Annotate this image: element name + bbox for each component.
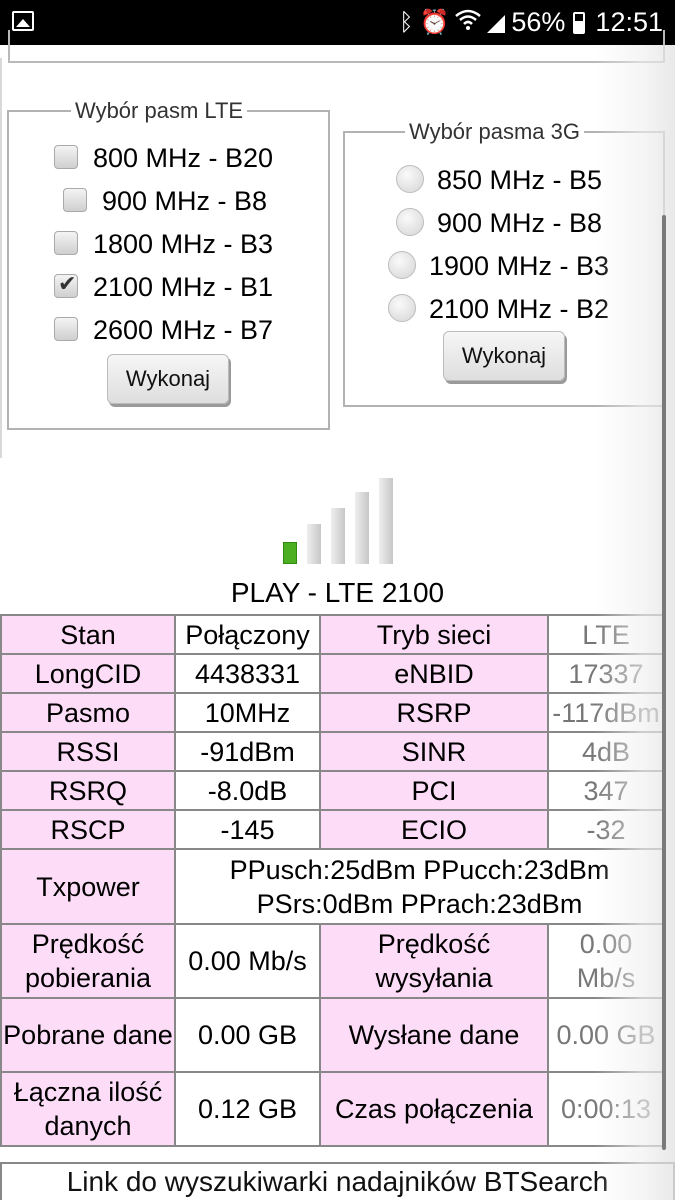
table-cell: 347 [547, 770, 665, 811]
table-cell: Pasmo [0, 692, 176, 733]
table-cell: Połączony [174, 614, 321, 655]
signal-bar-4 [355, 492, 369, 564]
table-cell: 17337 [547, 653, 665, 694]
total-data-value: 0.12 GB [174, 1071, 321, 1147]
upload-speed-label: Prędkość wysyłania [319, 923, 549, 999]
option-label-b3: 1800 MHz - B3 [93, 229, 274, 259]
checkbox-b7[interactable] [54, 317, 78, 341]
uploaded-value: 0.00 GB [547, 997, 665, 1073]
signal-bar-5 [379, 478, 393, 564]
checkbox-b1[interactable] [54, 271, 78, 298]
previous-section-box [8, 30, 665, 63]
table-cell: RSRP [319, 692, 549, 733]
option-label-3g-b3: 1900 MHz - B3 [429, 251, 610, 281]
txpower-line2: PSrs:0dBm PPrach:23dBm [256, 888, 583, 919]
signal-bar-2 [307, 524, 321, 564]
network-info-table: Stan Połączony Tryb sieci LTE LongCID 4438331… [0, 614, 665, 1147]
txpower-line1: PPusch:25dBm PPucch:23dBm [229, 854, 610, 885]
table-row: LongCID 4438331 eNBID 17337 [0, 653, 665, 694]
radio-b8[interactable] [396, 208, 424, 236]
table-cell: ECIO [319, 809, 549, 850]
downloaded-value: 0.00 GB [174, 997, 321, 1073]
checkbox-b3[interactable] [54, 231, 78, 255]
lte-band-legend: Wybór pasm LTE [75, 98, 244, 123]
uploaded-label: Wysłane dane [319, 997, 549, 1073]
gallery-icon [12, 11, 34, 31]
table-row: Stan Połączony Tryb sieci LTE [0, 614, 665, 655]
lte-apply-button[interactable]: Wykonaj [107, 354, 229, 404]
txpower-value: PPusch:25dBm PPucch:23dBm PSrs:0dBm PPra… [174, 848, 665, 925]
table-row: Pobrane dane 0.00 GB Wysłane dane 0.00 G… [0, 997, 665, 1073]
table-cell: -91dBm [174, 731, 321, 772]
table-row: RSSI -91dBm SINR 4dB [0, 731, 665, 772]
table-cell: LongCID [0, 653, 176, 694]
scrollbar[interactable] [662, 215, 666, 1150]
download-speed-label: Prędkość pobierania [0, 923, 176, 999]
signal-bar-1 [283, 542, 297, 564]
table-cell: Stan [0, 614, 176, 655]
table-cell: LTE [547, 614, 665, 655]
3g-apply-button[interactable]: Wykonaj [443, 331, 565, 381]
option-label-b2: 2100 MHz - B2 [429, 294, 610, 324]
option-label-3g-b8: 900 MHz - B8 [437, 208, 603, 238]
checkbox-b8[interactable] [63, 188, 87, 212]
radio-b2[interactable] [388, 294, 416, 322]
download-speed-value: 0.00 Mb/s [174, 923, 321, 999]
option-label-b1: 2100 MHz - B1 [93, 272, 274, 302]
table-cell: 4438331 [174, 653, 321, 694]
downloaded-label: Pobrane dane [0, 997, 176, 1073]
option-label-b8: 900 MHz - B8 [102, 186, 268, 216]
table-cell: -32 [547, 809, 665, 850]
table-row: Txpower PPusch:25dBm PPucch:23dBm PSrs:0… [0, 848, 665, 925]
table-cell: eNBID [319, 653, 549, 694]
table-row: RSRQ -8.0dB PCI 347 [0, 770, 665, 811]
table-cell: 4dB [547, 731, 665, 772]
table-row: RSCP -145 ECIO -32 [0, 809, 665, 850]
table-cell: -145 [174, 809, 321, 850]
table-cell: -117dBm [547, 692, 665, 733]
option-label-b7: 2600 MHz - B7 [93, 315, 274, 345]
table-cell: Tryb sieci [319, 614, 549, 655]
table-cell: 10MHz [174, 692, 321, 733]
radio-b5[interactable] [396, 165, 424, 193]
table-row: Łączna ilość danych 0.12 GB Czas połącze… [0, 1071, 665, 1147]
total-data-label: Łączna ilość danych [0, 1071, 176, 1147]
connection-time-value: 0:00:13 [547, 1071, 665, 1147]
btsearch-link[interactable]: Link do wyszukiwarki nadajników BTSearch [0, 1162, 675, 1200]
table-cell: SINR [319, 731, 549, 772]
3g-band-legend: Wybór pasma 3G [409, 119, 580, 144]
signal-bar-3 [331, 508, 345, 564]
connection-time-label: Czas połączenia [319, 1071, 549, 1147]
btsearch-link-text[interactable]: Link do wyszukiwarki nadajników BTSearch [67, 1166, 609, 1197]
operator-label: PLAY - LTE 2100 [230, 577, 445, 608]
signal-strength-icon [283, 478, 393, 564]
option-label-b5: 850 MHz - B5 [437, 165, 603, 195]
table-cell: RSCP [0, 809, 176, 850]
table-cell: -8.0dB [174, 770, 321, 811]
upload-speed-value: 0.00 Mb/s [547, 923, 665, 999]
radio-b3[interactable] [388, 251, 416, 279]
checkbox-b20[interactable] [54, 145, 78, 169]
option-label-b20: 800 MHz - B20 [93, 143, 274, 173]
table-cell: RSSI [0, 731, 176, 772]
txpower-label: Txpower [0, 848, 176, 925]
divider [0, 58, 2, 458]
table-row: Prędkość pobierania 0.00 Mb/s Prędkość w… [0, 923, 665, 999]
table-row: Pasmo 10MHz RSRP -117dBm [0, 692, 665, 733]
table-cell: PCI [319, 770, 549, 811]
table-cell: RSRQ [0, 770, 176, 811]
